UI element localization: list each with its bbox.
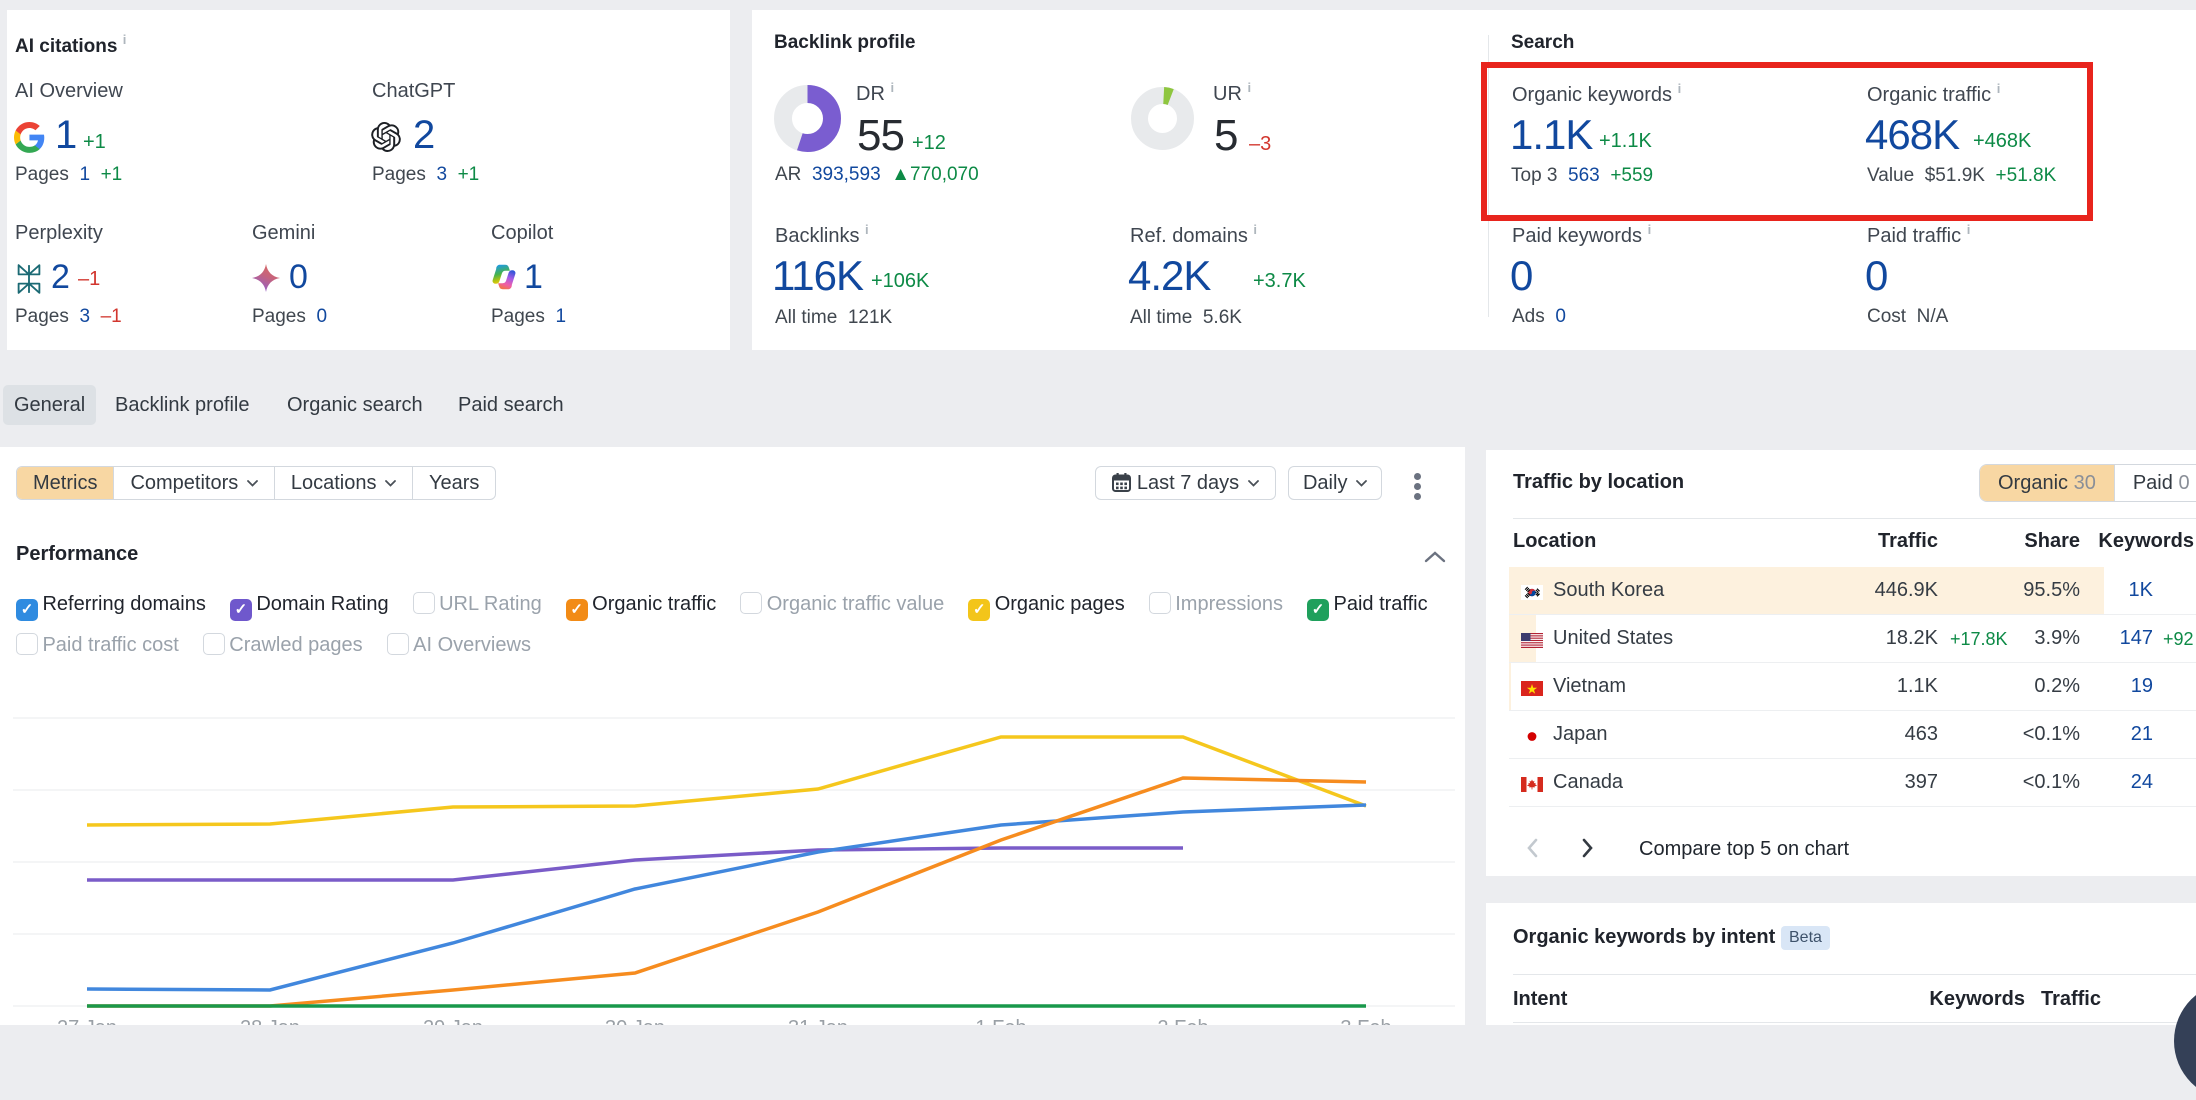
svg-text:1 Feb: 1 Feb — [975, 1017, 1026, 1025]
svg-text:3 Feb: 3 Feb — [1340, 1017, 1391, 1025]
svg-text:31 Jan: 31 Jan — [788, 1017, 848, 1025]
svg-text:29 Jan: 29 Jan — [423, 1017, 483, 1025]
svg-text:28 Jan: 28 Jan — [240, 1017, 300, 1025]
svg-text:2 Feb: 2 Feb — [1157, 1017, 1208, 1025]
svg-text:30 Jan: 30 Jan — [605, 1017, 665, 1025]
svg-text:27 Jan: 27 Jan — [57, 1017, 117, 1025]
